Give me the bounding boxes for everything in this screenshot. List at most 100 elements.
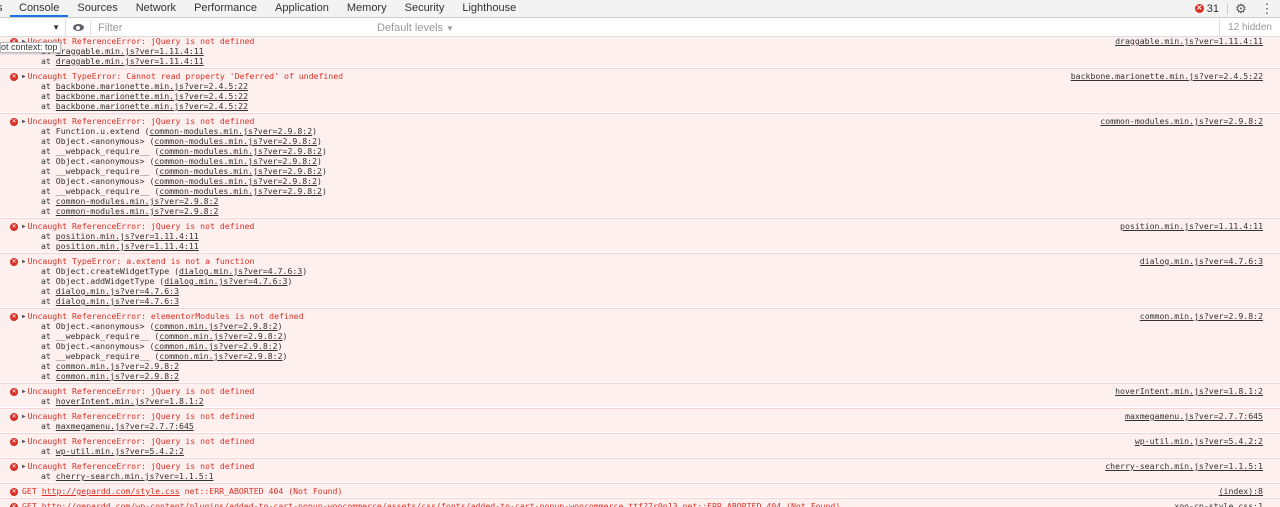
source-link[interactable]: xoo-cp-style.css:1 (1174, 501, 1263, 507)
stack-frame: at Object.<anonymous> (common.min.js?ver… (41, 341, 283, 351)
error-icon: ✕ (10, 463, 18, 471)
tab-sources[interactable]: Sources (68, 0, 126, 17)
source-link[interactable]: draggable.min.js?ver=1.11.4:11 (1115, 37, 1263, 46)
tab-console[interactable]: Console (10, 0, 69, 17)
stack-frame-link[interactable]: common-modules.min.js?ver=2.9.8:2 (154, 136, 317, 146)
stack-frame-link[interactable]: position.min.js?ver=1.11.4:11 (56, 231, 199, 241)
tab-application[interactable]: Application (266, 0, 338, 17)
source-link[interactable]: maxmegamenu.js?ver=2.7.7:645 (1125, 411, 1263, 421)
stack-frame: at dialog.min.js?ver=4.7.6:3 (41, 286, 180, 296)
stack-frame-link[interactable]: draggable.min.js?ver=1.11.4:11 (56, 46, 204, 56)
stack-frame-link[interactable]: common-modules.min.js?ver=2.9.8:2 (159, 166, 322, 176)
tab-performance[interactable]: Performance (185, 0, 266, 17)
message-text: GET http://gepardd.com/style.css net::ER… (22, 486, 343, 496)
stack-frame-link[interactable]: wp-util.min.js?ver=5.4.2:2 (56, 446, 184, 456)
stack-frame-link[interactable]: position.min.js?ver=1.11.4:11 (56, 241, 199, 251)
console-message[interactable]: ✕▶Uncaught ReferenceError: jQuery is not… (0, 383, 1280, 407)
expand-triangle-icon[interactable]: ▶ (22, 118, 26, 125)
filter-input[interactable] (93, 19, 373, 36)
console-message[interactable]: ✕ GET http://gepardd.com/wp-content/plugi… (0, 498, 1280, 507)
expand-triangle-icon[interactable]: ▶ (22, 463, 26, 470)
stack-frame-link[interactable]: backbone.marionette.min.js?ver=2.4.5:22 (56, 81, 248, 91)
console-message[interactable]: ✕▶Uncaught ReferenceError: jQuery is not… (0, 433, 1280, 457)
context-selector[interactable]: ▼ (0, 18, 66, 37)
console-message[interactable]: ✕▶Uncaught ReferenceError: jQuery is not… (0, 218, 1280, 252)
tab-memory[interactable]: Memory (338, 0, 396, 17)
stack-frame-link[interactable]: dialog.min.js?ver=4.7.6:3 (56, 286, 179, 296)
console-message[interactable]: ✕▶Uncaught ReferenceError: jQuery is not… (0, 37, 1280, 67)
stack-frame: at __webpack_require__ (common-modules.m… (41, 166, 327, 176)
console-message[interactable]: ✕▶Uncaught ReferenceError: jQuery is not… (0, 408, 1280, 432)
expand-triangle-icon[interactable]: ▶ (22, 388, 26, 395)
error-icon: ✕ (10, 73, 18, 81)
expand-triangle-icon[interactable]: ▶ (22, 223, 26, 230)
log-levels-dropdown[interactable]: Default levels ▼ (377, 22, 454, 34)
console-message[interactable]: ✕ ▶ Uncaught TypeError: a.extend is not a … (0, 253, 1280, 307)
expand-triangle-icon[interactable]: ▶ (22, 258, 26, 265)
stack-frame-link[interactable]: common-modules.min.js?ver=2.9.8:2 (154, 156, 317, 166)
stack-frame-link[interactable]: backbone.marionette.min.js?ver=2.4.5:22 (56, 101, 248, 111)
console-message[interactable]: ✕ ▶ Uncaught TypeError: Cannot read proper… (0, 68, 1280, 112)
stack-frame-link[interactable]: draggable.min.js?ver=1.11.4:11 (56, 56, 204, 66)
source-link[interactable]: backbone.marionette.min.js?ver=2.4.5:22 (1071, 71, 1263, 81)
stack-frame-link[interactable]: maxmegamenu.js?ver=2.7.7:645 (56, 421, 194, 431)
console-message[interactable]: ✕ GET http://gepardd.com/style.css net::E… (0, 483, 1280, 497)
request-url-link[interactable]: http://gepardd.com/style.css (42, 486, 180, 496)
stack-frame-link[interactable]: common-modules.min.js?ver=2.9.8:2 (159, 186, 322, 196)
stack-frame-link[interactable]: backbone.marionette.min.js?ver=2.4.5:22 (56, 91, 248, 101)
stack-frame: at wp-util.min.js?ver=5.4.2:2 (41, 446, 184, 456)
error-icon: ✕ (10, 413, 18, 421)
tab-network[interactable]: Network (127, 0, 185, 17)
stack-frame-link[interactable]: common-modules.min.js?ver=2.9.8:2 (56, 206, 219, 216)
stack-frame-link[interactable]: dialog.min.js?ver=4.7.6:3 (164, 276, 287, 286)
console-message[interactable]: ✕ ▶ Uncaught ReferenceError: elementorModu… (0, 308, 1280, 382)
console-message[interactable]: ✕▶Uncaught ReferenceError: jQuery is not… (0, 113, 1280, 217)
stack-frame-link[interactable]: common.min.js?ver=2.9.8:2 (56, 361, 179, 371)
stack-frame-link[interactable]: hoverIntent.min.js?ver=1.8.1:2 (56, 396, 204, 406)
stack-frame: at __webpack_require__ (common.min.js?ve… (41, 351, 288, 361)
stack-frame: at common.min.js?ver=2.9.8:2 (41, 361, 180, 371)
tab-lighthouse[interactable]: Lighthouse (453, 0, 525, 17)
tab-security[interactable]: Security (396, 0, 454, 17)
request-url-link[interactable]: http://gepardd.com/wp-content/plugins/ad… (42, 501, 678, 507)
source-link[interactable]: dialog.min.js?ver=4.7.6:3 (1140, 256, 1263, 266)
error-icon: ✕ (10, 118, 18, 126)
stack-frame-link[interactable]: common-modules.min.js?ver=2.9.8:2 (159, 146, 322, 156)
stack-frame-link[interactable]: common.min.js?ver=2.9.8:2 (56, 371, 179, 381)
stack-frame: at Object.addWidgetType (dialog.min.js?v… (41, 276, 293, 286)
stack-frame-link[interactable]: dialog.min.js?ver=4.7.6:3 (179, 266, 302, 276)
stack-frame-link[interactable]: common.min.js?ver=2.9.8:2 (159, 331, 282, 341)
eye-icon[interactable] (66, 24, 90, 31)
stack-frame: at draggable.min.js?ver=1.11.4:11 (41, 56, 204, 66)
more-vert-icon[interactable]: ⋮ (1254, 0, 1280, 17)
expand-triangle-icon[interactable]: ▶ (22, 313, 26, 320)
stack-frame-link[interactable]: dialog.min.js?ver=4.7.6:3 (56, 296, 179, 306)
error-icon: ✕ (1194, 4, 1204, 13)
stack-frame-link[interactable]: common-modules.min.js?ver=2.9.8:2 (149, 126, 312, 136)
source-link[interactable]: (index):8 (1219, 486, 1263, 496)
source-link[interactable]: wp-util.min.js?ver=5.4.2:2 (1135, 436, 1263, 446)
source-link[interactable]: hoverIntent.min.js?ver=1.8.1:2 (1115, 386, 1263, 396)
gear-icon[interactable]: ⚙ (1228, 0, 1254, 17)
source-link[interactable]: position.min.js?ver=1.11.4:11 (1120, 221, 1263, 231)
stack-frame-link[interactable]: common.min.js?ver=2.9.8:2 (154, 321, 277, 331)
stack-frame-link[interactable]: common-modules.min.js?ver=2.9.8:2 (154, 176, 317, 186)
stack-frame-link[interactable]: common.min.js?ver=2.9.8:2 (154, 341, 277, 351)
expand-triangle-icon[interactable]: ▶ (22, 413, 26, 420)
stack-frame: at backbone.marionette.min.js?ver=2.4.5:… (41, 81, 249, 91)
source-link[interactable]: common.min.js?ver=2.9.8:2 (1140, 311, 1263, 321)
hidden-count: 12 hidden (1219, 18, 1280, 37)
stack-frame-link[interactable]: common-modules.min.js?ver=2.9.8:2 (56, 196, 219, 206)
stack-frame-link[interactable]: cherry-search.min.js?ver=1.1.5:1 (56, 471, 214, 481)
expand-triangle-icon[interactable]: ▶ (22, 438, 26, 445)
error-icon: ✕ (10, 438, 18, 446)
log-levels-label: Default levels (377, 21, 444, 34)
source-link[interactable]: common-modules.min.js?ver=2.9.8:2 (1100, 116, 1263, 126)
expand-triangle-icon[interactable]: ▶ (22, 73, 26, 80)
caret-down-icon: ▼ (446, 23, 454, 33)
stack-frame-link[interactable]: common.min.js?ver=2.9.8:2 (159, 351, 282, 361)
error-counter[interactable]: ✕ 31 (1194, 0, 1227, 17)
tab-ts[interactable]: ts (0, 0, 10, 17)
console-message[interactable]: ✕▶Uncaught ReferenceError: jQuery is not… (0, 458, 1280, 482)
source-link[interactable]: cherry-search.min.js?ver=1.1.5:1 (1105, 461, 1263, 471)
